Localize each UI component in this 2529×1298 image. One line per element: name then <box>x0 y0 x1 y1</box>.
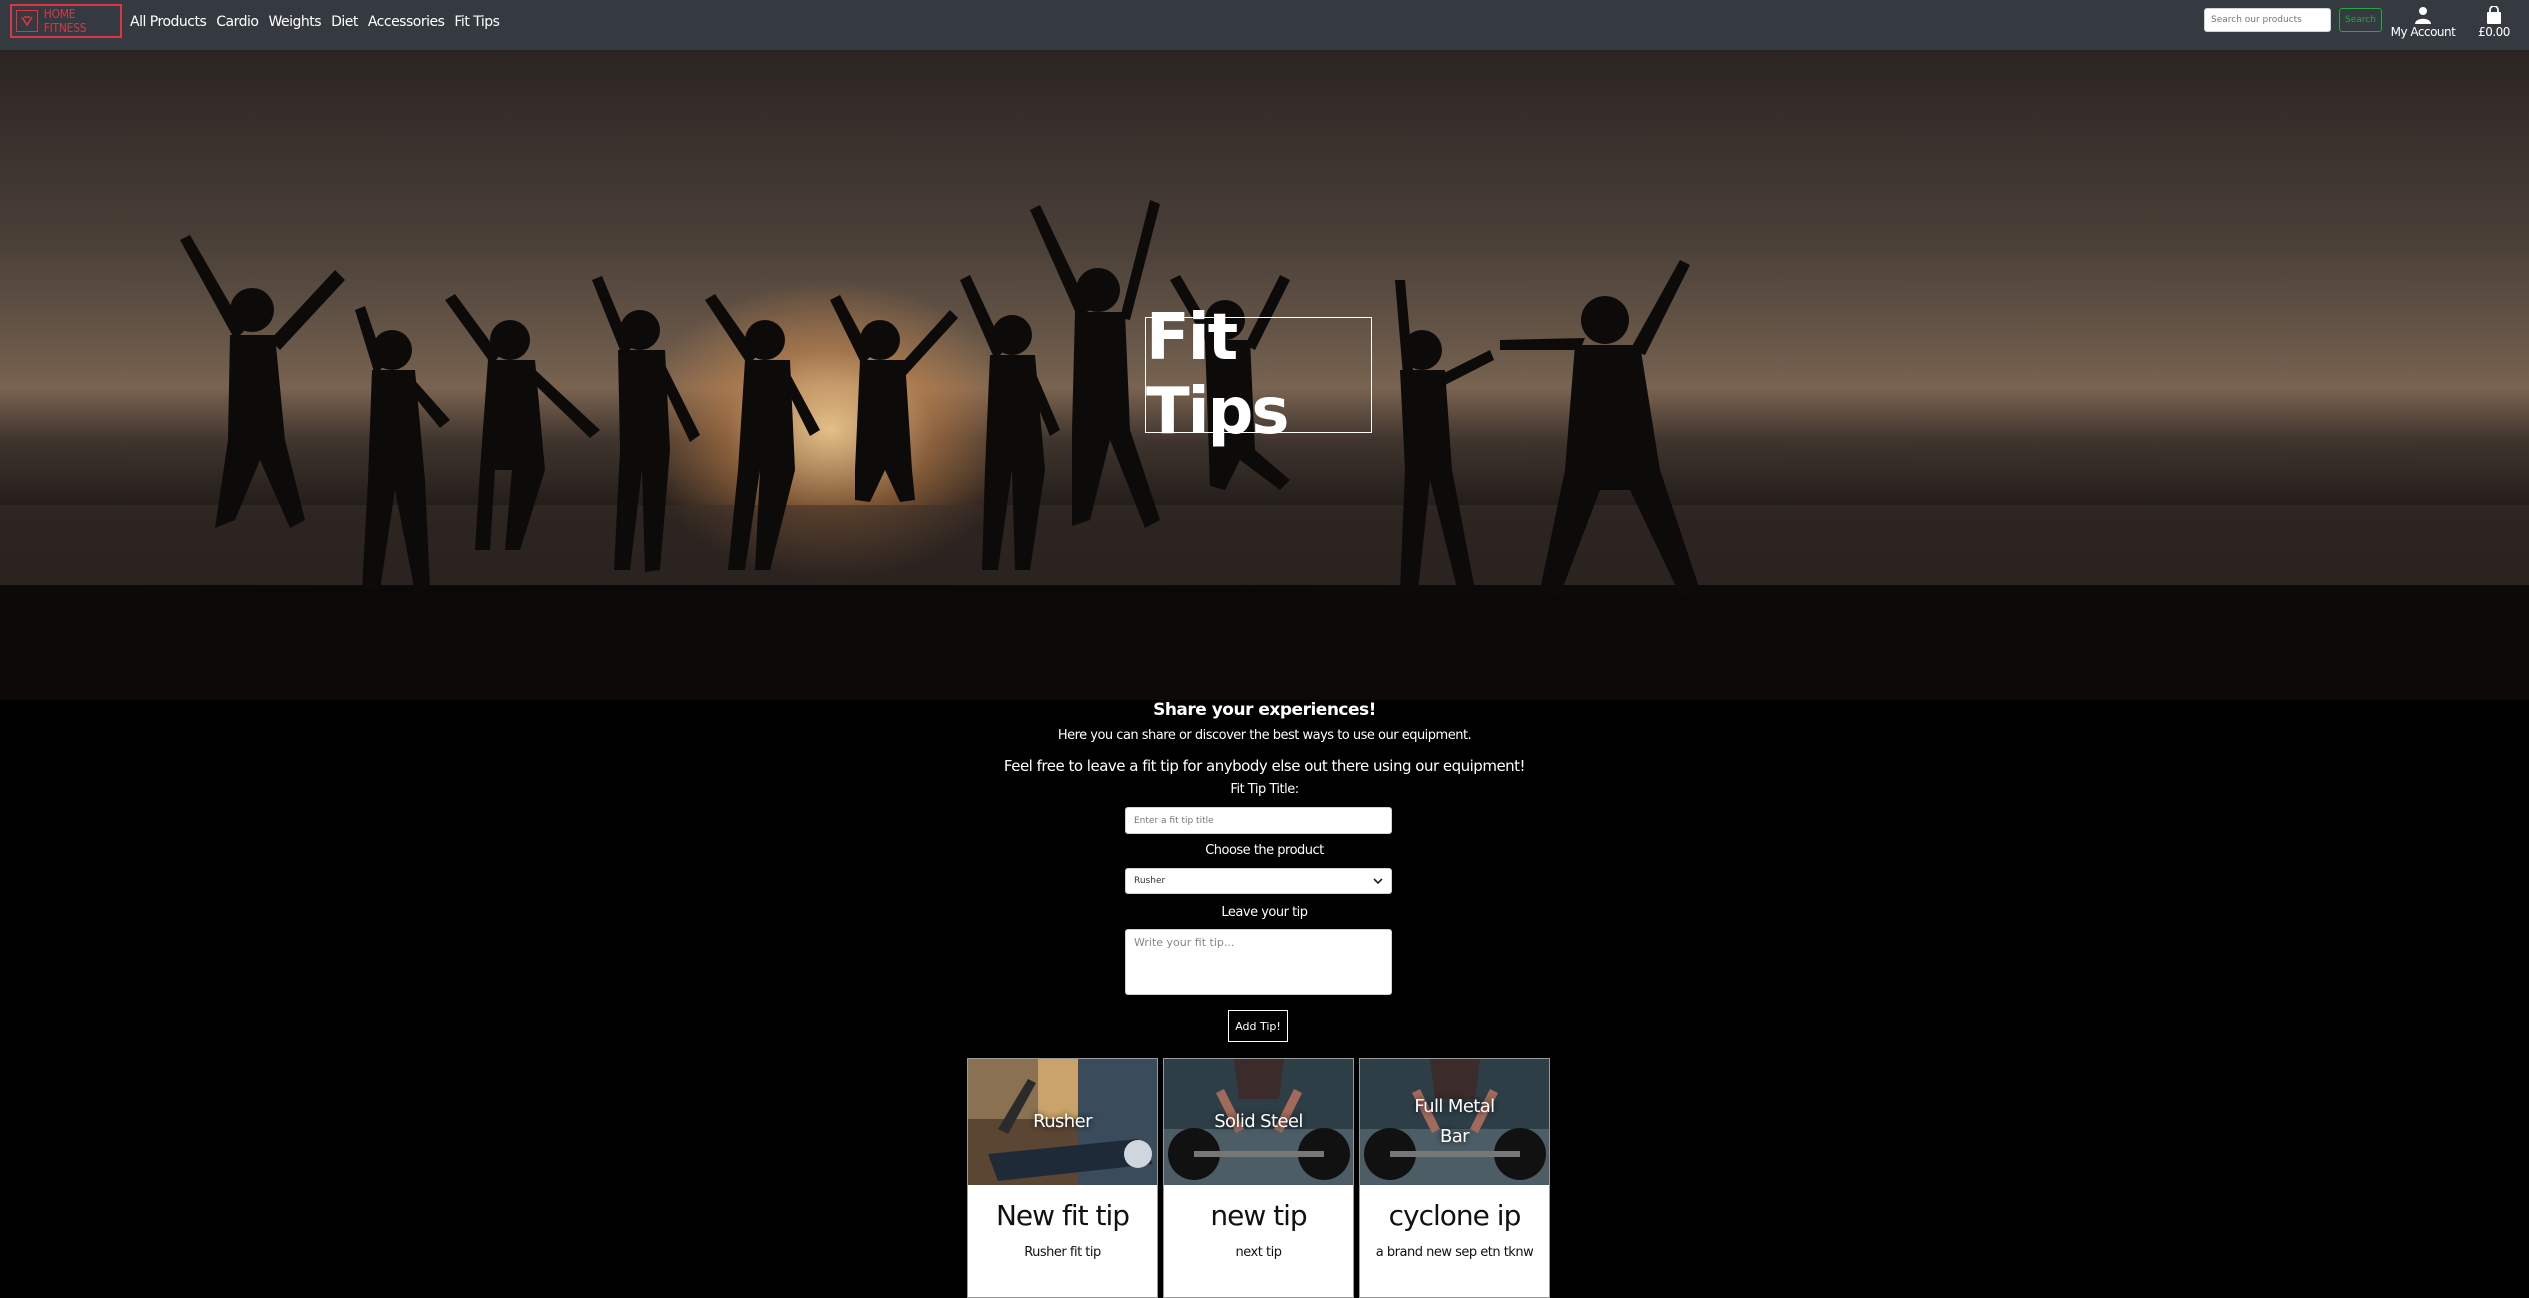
hero-title-box: Fit Tips <box>1145 301 1372 449</box>
user-icon <box>2415 6 2431 24</box>
barbell-image: Solid Steel <box>1164 1059 1353 1185</box>
nav-link-accessories[interactable]: Accessories <box>368 14 445 30</box>
card-subtitle: a brand new sep etn tknw <box>1375 1245 1534 1260</box>
hero-banner: Fit Tips <box>0 50 2529 700</box>
chevron-down-icon <box>1373 878 1383 885</box>
title-field-label: Fit Tip Title: <box>1230 782 1299 797</box>
card-subtitle: Rusher fit tip <box>1024 1245 1101 1260</box>
add-tip-button[interactable]: Add Tip! <box>1228 1010 1288 1042</box>
navbar: HOME FITNESS All Products Cardio Weights… <box>0 0 2529 50</box>
fit-tips-list: Rusher New fit tip Rusher fit tip Solid … <box>967 1058 1551 1298</box>
nav-link-all-products[interactable]: All Products <box>130 14 207 30</box>
fit-tip-card[interactable]: Full Metal Bar cyclone ip a brand new se… <box>1359 1058 1550 1298</box>
my-account-link[interactable]: My Account <box>2390 0 2456 44</box>
brand-logo-link[interactable]: HOME FITNESS <box>10 4 122 38</box>
product-select-label: Choose the product <box>1205 843 1324 858</box>
nav-link-weights[interactable]: Weights <box>268 14 321 30</box>
tip-title-input[interactable]: Enter a fit tip title <box>1125 807 1392 834</box>
section-heading: Share your experiences! <box>1153 700 1376 720</box>
card-title: new tip <box>1210 1199 1307 1232</box>
bag-total: £0.00 <box>2478 24 2510 39</box>
fit-tip-card[interactable]: Solid Steel new tip next tip <box>1163 1058 1354 1298</box>
shopping-bag-link[interactable]: £0.00 <box>2472 0 2516 44</box>
dumbbell-logo-icon <box>16 10 38 32</box>
card-subtitle: next tip <box>1235 1245 1282 1260</box>
intro-text: Here you can share or discover the best … <box>1057 728 1472 743</box>
brand-name: HOME FITNESS <box>43 7 87 35</box>
card-title: cyclone ip <box>1388 1199 1522 1232</box>
nav-link-cardio[interactable]: Cardio <box>216 14 259 30</box>
page-title: Fit Tips <box>1146 301 1290 449</box>
nav-link-fit-tips[interactable]: Fit Tips <box>454 14 500 30</box>
nav-link-diet[interactable]: Diet <box>331 14 358 30</box>
card-product-name: Solid Steel <box>1214 1111 1303 1132</box>
treadmill-image: Rusher <box>968 1059 1157 1185</box>
card-title: New fit tip <box>995 1199 1130 1232</box>
tip-textarea[interactable]: Write your fit tip... <box>1125 929 1392 995</box>
tip-textarea-label: Leave your tip <box>1221 905 1308 920</box>
fit-tip-card[interactable]: Rusher New fit tip Rusher fit tip <box>967 1058 1158 1298</box>
account-label: My Account <box>2390 24 2456 39</box>
invite-text: Feel free to leave a fit tip for anybody… <box>1003 757 1526 775</box>
card-product-name: Rusher <box>1033 1111 1092 1132</box>
card-product-name: Full Metal Bar <box>1414 1096 1495 1147</box>
search-input[interactable] <box>2204 8 2331 32</box>
search-button[interactable]: Search <box>2339 8 2382 32</box>
shopping-bag-icon <box>2487 5 2501 24</box>
product-select-value: Rusher <box>1134 876 1166 886</box>
nav-links: All Products Cardio Weights Diet Accesso… <box>130 0 500 44</box>
barbell-image: Full Metal Bar <box>1360 1059 1549 1185</box>
product-select[interactable]: Rusher <box>1125 868 1392 894</box>
